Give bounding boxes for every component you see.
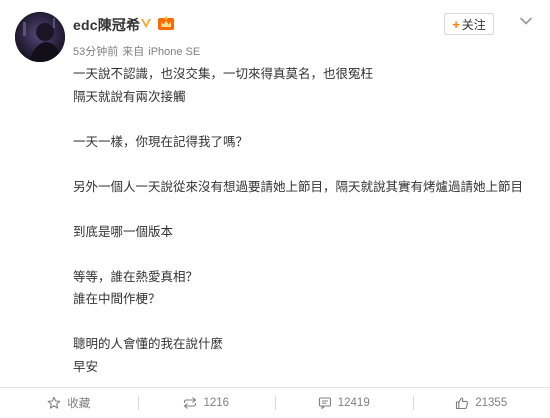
post-content: 一天說不認識，也沒交集，一切來得真莫名，也很冤枉隔天就說有兩次接觸一天一樣，你現… xyxy=(73,63,541,378)
content-line: 一天說不認識，也沒交集，一切來得真莫名，也很冤枉 xyxy=(73,63,541,86)
content-line: 到底是哪一個版本 xyxy=(73,221,541,244)
vip-crown-icon[interactable] xyxy=(157,15,175,31)
content-line: 早安 xyxy=(73,356,541,379)
username[interactable]: edc陳冠希 xyxy=(73,15,140,35)
avatar[interactable] xyxy=(15,12,65,62)
post-time[interactable]: 53分钟前 xyxy=(73,46,118,58)
like-button[interactable]: 21355 xyxy=(413,388,550,418)
repost-count: 1216 xyxy=(203,397,229,409)
verified-badge-icon xyxy=(139,16,153,30)
blank-line xyxy=(73,198,541,221)
content-line: 等等，誰在熱愛真相？ xyxy=(73,266,541,289)
follow-button[interactable]: + 关注 xyxy=(444,13,494,35)
avatar-image xyxy=(15,12,65,62)
comment-icon xyxy=(318,396,332,410)
content-line: 聰明的人會懂的我在說什麼 xyxy=(73,333,541,356)
content-line: 一天一樣，你現在記得我了嗎？ xyxy=(73,131,541,154)
thumbs-up-icon xyxy=(455,396,469,410)
content-line: 隔天就說有兩次接觸 xyxy=(73,86,541,109)
repost-icon xyxy=(183,396,197,410)
weibo-post-card: edc陳冠希 53分钟前来自 iPhone SE + 关注 一天說不認識，也沒交集… xyxy=(0,0,550,417)
blank-line xyxy=(73,243,541,266)
post-source[interactable]: iPhone SE xyxy=(148,46,200,58)
plus-icon: + xyxy=(452,17,460,32)
comment-count: 12419 xyxy=(338,397,370,409)
source-prefix: 来自 xyxy=(122,46,144,58)
content-line: 誰在中間作梗？ xyxy=(73,288,541,311)
content-line: 另外一個人一天說從來沒有想過要請她上節目，隔天就說其實有烤爐過請她上節目 xyxy=(73,176,541,199)
repost-button[interactable]: 1216 xyxy=(138,388,276,418)
follow-label: 关注 xyxy=(462,16,486,33)
comment-button[interactable]: 12419 xyxy=(275,388,413,418)
blank-line xyxy=(73,311,541,334)
favorite-label: 收藏 xyxy=(67,395,90,411)
star-icon xyxy=(47,396,61,410)
action-bar: 收藏 1216 12419 21355 xyxy=(0,387,550,418)
blank-line xyxy=(73,108,541,131)
post-meta: 53分钟前来自 iPhone SE xyxy=(73,43,204,59)
blank-line xyxy=(73,153,541,176)
like-count: 21355 xyxy=(475,397,507,409)
chevron-down-icon[interactable] xyxy=(519,14,533,28)
favorite-button[interactable]: 收藏 xyxy=(0,388,138,418)
